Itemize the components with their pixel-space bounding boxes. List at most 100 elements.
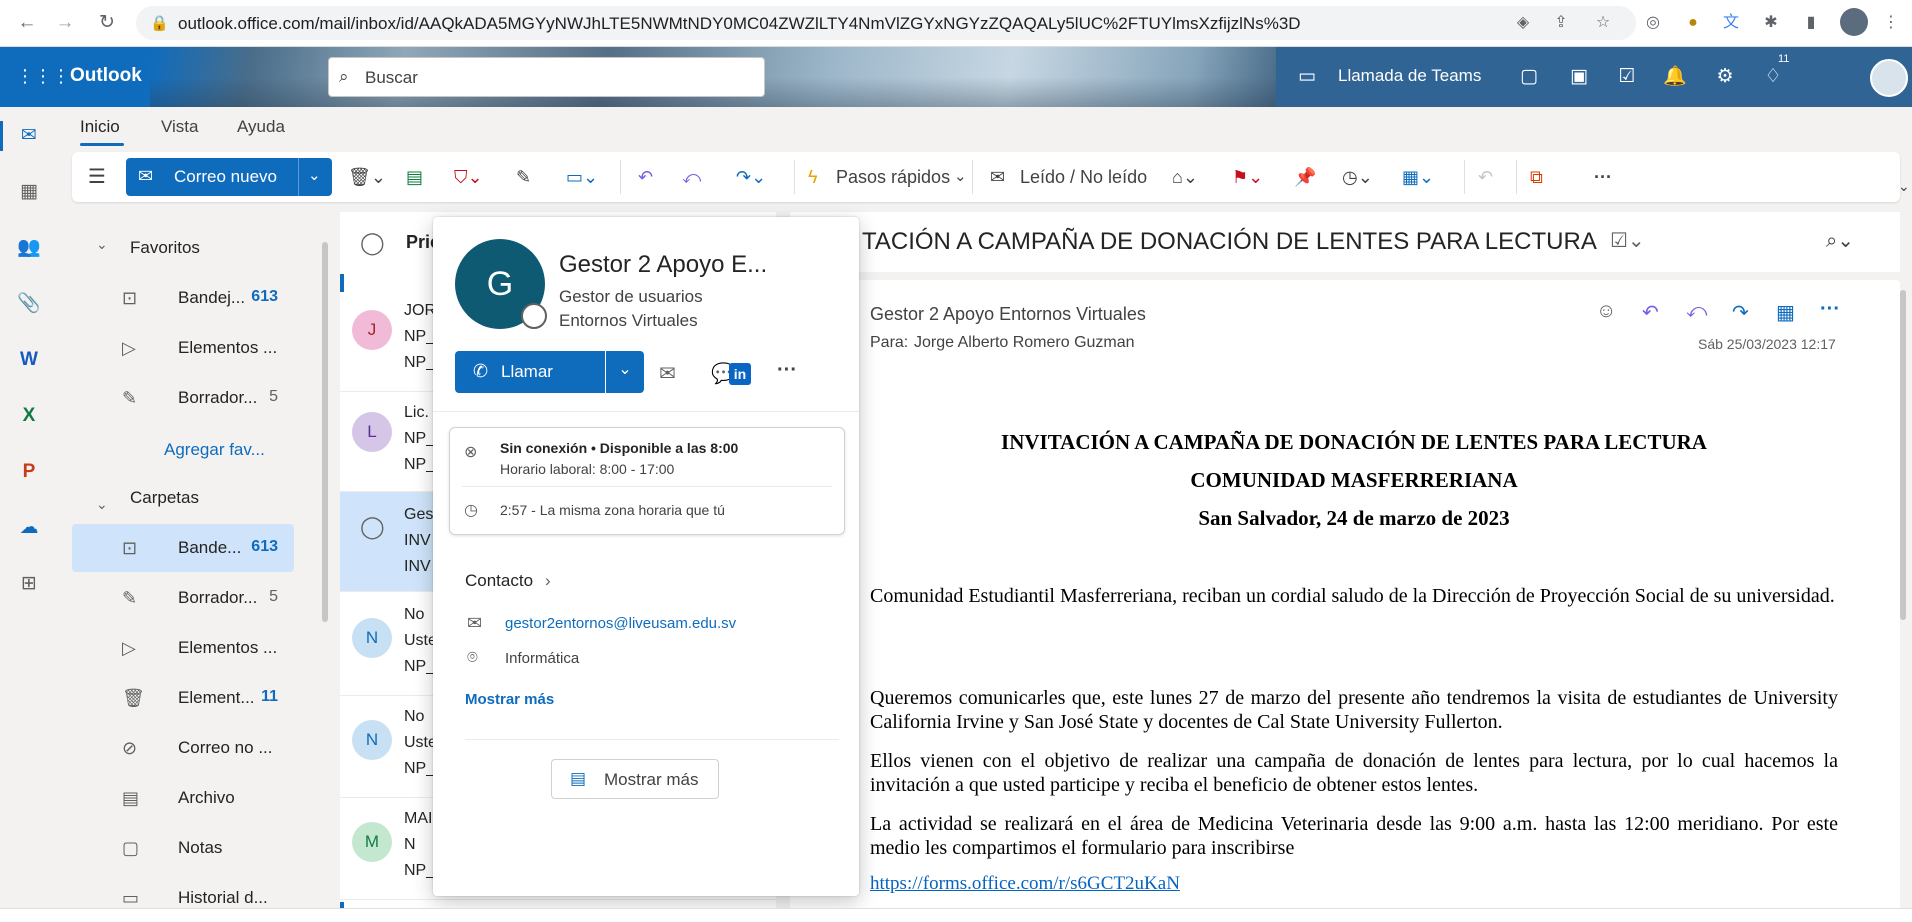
gear-icon[interactable]: ⚙: [1712, 64, 1738, 90]
address-bar[interactable]: 🔒 outlook.office.com/mail/inbox/id/AAQkA…: [136, 6, 1636, 40]
show-more-button[interactable]: ▤ Mostrar más: [551, 759, 719, 799]
excel-icon[interactable]: X: [14, 401, 44, 431]
share-icon[interactable]: ⇪: [1550, 12, 1572, 34]
back-icon[interactable]: ←: [14, 10, 40, 36]
install-icon[interactable]: ◈: [1512, 12, 1534, 34]
lightning-icon[interactable]: ϟ: [808, 164, 818, 190]
ribbon-expand-icon[interactable]: ⌄: [1898, 178, 1910, 195]
folder-scrollbar[interactable]: [322, 242, 328, 622]
onedrive-icon[interactable]: ☁: [14, 513, 44, 543]
envelope-open-icon[interactable]: ✉: [990, 164, 1005, 190]
apps-icon[interactable]: ⧉: [1530, 164, 1543, 190]
mail-icon[interactable]: ✉: [14, 121, 44, 151]
add-favorite-link[interactable]: Agregar fav...: [164, 440, 265, 460]
archive-icon[interactable]: ▤: [406, 164, 423, 190]
chevron-down-icon[interactable]: ⌄: [96, 496, 108, 513]
more-actions-icon[interactable]: ···: [1820, 298, 1840, 321]
undo-icon[interactable]: ↶: [1478, 164, 1493, 190]
word-icon[interactable]: W: [14, 345, 44, 375]
tab-vista[interactable]: Vista: [161, 117, 199, 137]
folder-deleted[interactable]: 🗑 Element... 11: [72, 674, 294, 722]
contact-email[interactable]: gestor2entornos@liveusam.edu.sv: [505, 615, 736, 632]
new-mail-button[interactable]: ✉ Correo nuevo ⌄: [126, 158, 332, 196]
app-launcher-icon[interactable]: ⋮⋮⋮: [16, 63, 70, 89]
favorite-inbox[interactable]: ⊡ Bandej... 613: [72, 274, 294, 322]
office-icon[interactable]: ▣: [1566, 64, 1592, 90]
reply-all-icon[interactable]: ⤺: [682, 164, 701, 190]
summary-icon[interactable]: ☑⌄: [1610, 228, 1645, 253]
folder-archive[interactable]: ▤ Archivo: [72, 774, 294, 822]
search-input[interactable]: ⌕ Buscar: [328, 57, 765, 97]
folder-drafts[interactable]: ✎ Borrador... 5: [72, 574, 294, 622]
folder-sent[interactable]: ▷ Elementos ...: [72, 624, 294, 672]
more-options-icon[interactable]: ···: [777, 359, 797, 382]
more-options-icon[interactable]: ···: [1594, 164, 1612, 190]
linkedin-icon[interactable]: in: [729, 363, 751, 385]
mail-icon[interactable]: ✉: [659, 361, 676, 386]
calendar-icon[interactable]: ▦: [14, 177, 44, 207]
teams-call-button[interactable]: Llamada de Teams: [1338, 66, 1481, 86]
chevron-down-icon[interactable]: ⌄: [954, 164, 967, 190]
report-icon[interactable]: ⛉⌄: [454, 164, 483, 190]
chevron-down-icon[interactable]: ⌄: [96, 236, 108, 253]
powerpoint-icon[interactable]: P: [14, 457, 44, 487]
folder-junk[interactable]: ⊘ Correo no ...: [72, 724, 294, 772]
call-button[interactable]: ✆ Llamar: [455, 351, 605, 393]
forward-icon[interactable]: →: [52, 10, 78, 36]
tab-inicio[interactable]: Inicio: [80, 117, 120, 137]
puzzle-extensions-icon[interactable]: ✱: [1760, 12, 1782, 34]
tab-ayuda[interactable]: Ayuda: [237, 117, 285, 137]
hamburger-icon[interactable]: ☰: [88, 164, 106, 190]
user-avatar[interactable]: [1870, 59, 1908, 97]
cookie-extension-icon[interactable]: ●: [1682, 12, 1704, 34]
favorite-drafts[interactable]: ✎ Borrador... 5: [72, 374, 294, 422]
reply-icon[interactable]: ↶: [1642, 300, 1659, 325]
reload-icon[interactable]: ↻: [94, 10, 120, 36]
tips-icon[interactable]: ♢: [1760, 64, 1786, 90]
reading-scrollbar[interactable]: [1900, 290, 1906, 620]
chat-icon[interactable]: ▢: [1516, 64, 1542, 90]
read-unread-button[interactable]: Leído / No leído: [1020, 164, 1147, 190]
folders-heading[interactable]: Carpetas: [130, 488, 199, 508]
lock-icon[interactable]: 🔒: [150, 14, 169, 32]
show-more-link[interactable]: Mostrar más: [465, 691, 554, 708]
pin-icon[interactable]: 📌: [1294, 164, 1316, 190]
folder-inbox[interactable]: ⊡ Bande... 613: [72, 524, 294, 572]
favorites-heading[interactable]: Favoritos: [130, 238, 200, 258]
snooze-icon[interactable]: ◷⌄: [1342, 164, 1373, 190]
bell-icon[interactable]: 🔔: [1662, 64, 1688, 90]
zoom-icon[interactable]: ⌕⌄: [1826, 228, 1854, 253]
extension-icon[interactable]: ◎: [1642, 12, 1664, 34]
browser-menu-icon[interactable]: ⋮: [1880, 12, 1902, 34]
attachment-icon[interactable]: 📎: [14, 289, 44, 319]
reply-icon[interactable]: ↶: [638, 164, 653, 190]
apps-icon[interactable]: ▦: [1776, 300, 1795, 325]
tag-icon[interactable]: ⌂⌄: [1172, 164, 1198, 190]
profile-avatar[interactable]: [1840, 8, 1868, 36]
chevron-right-icon[interactable]: ›: [545, 571, 551, 591]
select-all-icon[interactable]: ◯: [360, 230, 385, 256]
delete-icon[interactable]: 🗑⌄: [348, 164, 386, 190]
folder-notes[interactable]: ▢ Notas: [72, 824, 294, 872]
bookmark-star-icon[interactable]: ☆: [1592, 12, 1614, 34]
forward-mail-icon[interactable]: ↷⌄: [736, 164, 766, 190]
select-radio[interactable]: ◯: [360, 514, 385, 540]
move-to-icon[interactable]: ▭⌄: [566, 164, 598, 190]
chevron-down-icon[interactable]: ⌄: [308, 166, 321, 184]
form-link[interactable]: https://forms.office.com/r/s6GCT2uKaN: [870, 873, 1180, 895]
forward-mail-icon[interactable]: ↷: [1732, 300, 1749, 325]
calendar-check-icon[interactable]: ☑: [1614, 64, 1640, 90]
sidebar-toggle-icon[interactable]: ▮: [1800, 12, 1822, 34]
sweep-icon[interactable]: ✎: [516, 164, 531, 190]
app-name[interactable]: Outlook: [70, 65, 142, 87]
flag-icon[interactable]: ⚑⌄: [1232, 164, 1263, 190]
quick-steps-button[interactable]: Pasos rápidos: [836, 164, 950, 190]
sender-name[interactable]: Gestor 2 Apoyo Entornos Virtuales: [870, 304, 1146, 325]
to-recipient[interactable]: Jorge Alberto Romero Guzman: [914, 334, 1135, 352]
video-icon[interactable]: ▭: [1294, 64, 1320, 90]
reply-all-icon[interactable]: ⤺: [1686, 300, 1707, 323]
translate-extension-icon[interactable]: 文: [1720, 12, 1742, 34]
people-icon[interactable]: 👥: [14, 233, 44, 263]
contact-section-heading[interactable]: Contacto: [465, 571, 533, 591]
chevron-down-icon[interactable]: ⌄: [606, 351, 644, 393]
